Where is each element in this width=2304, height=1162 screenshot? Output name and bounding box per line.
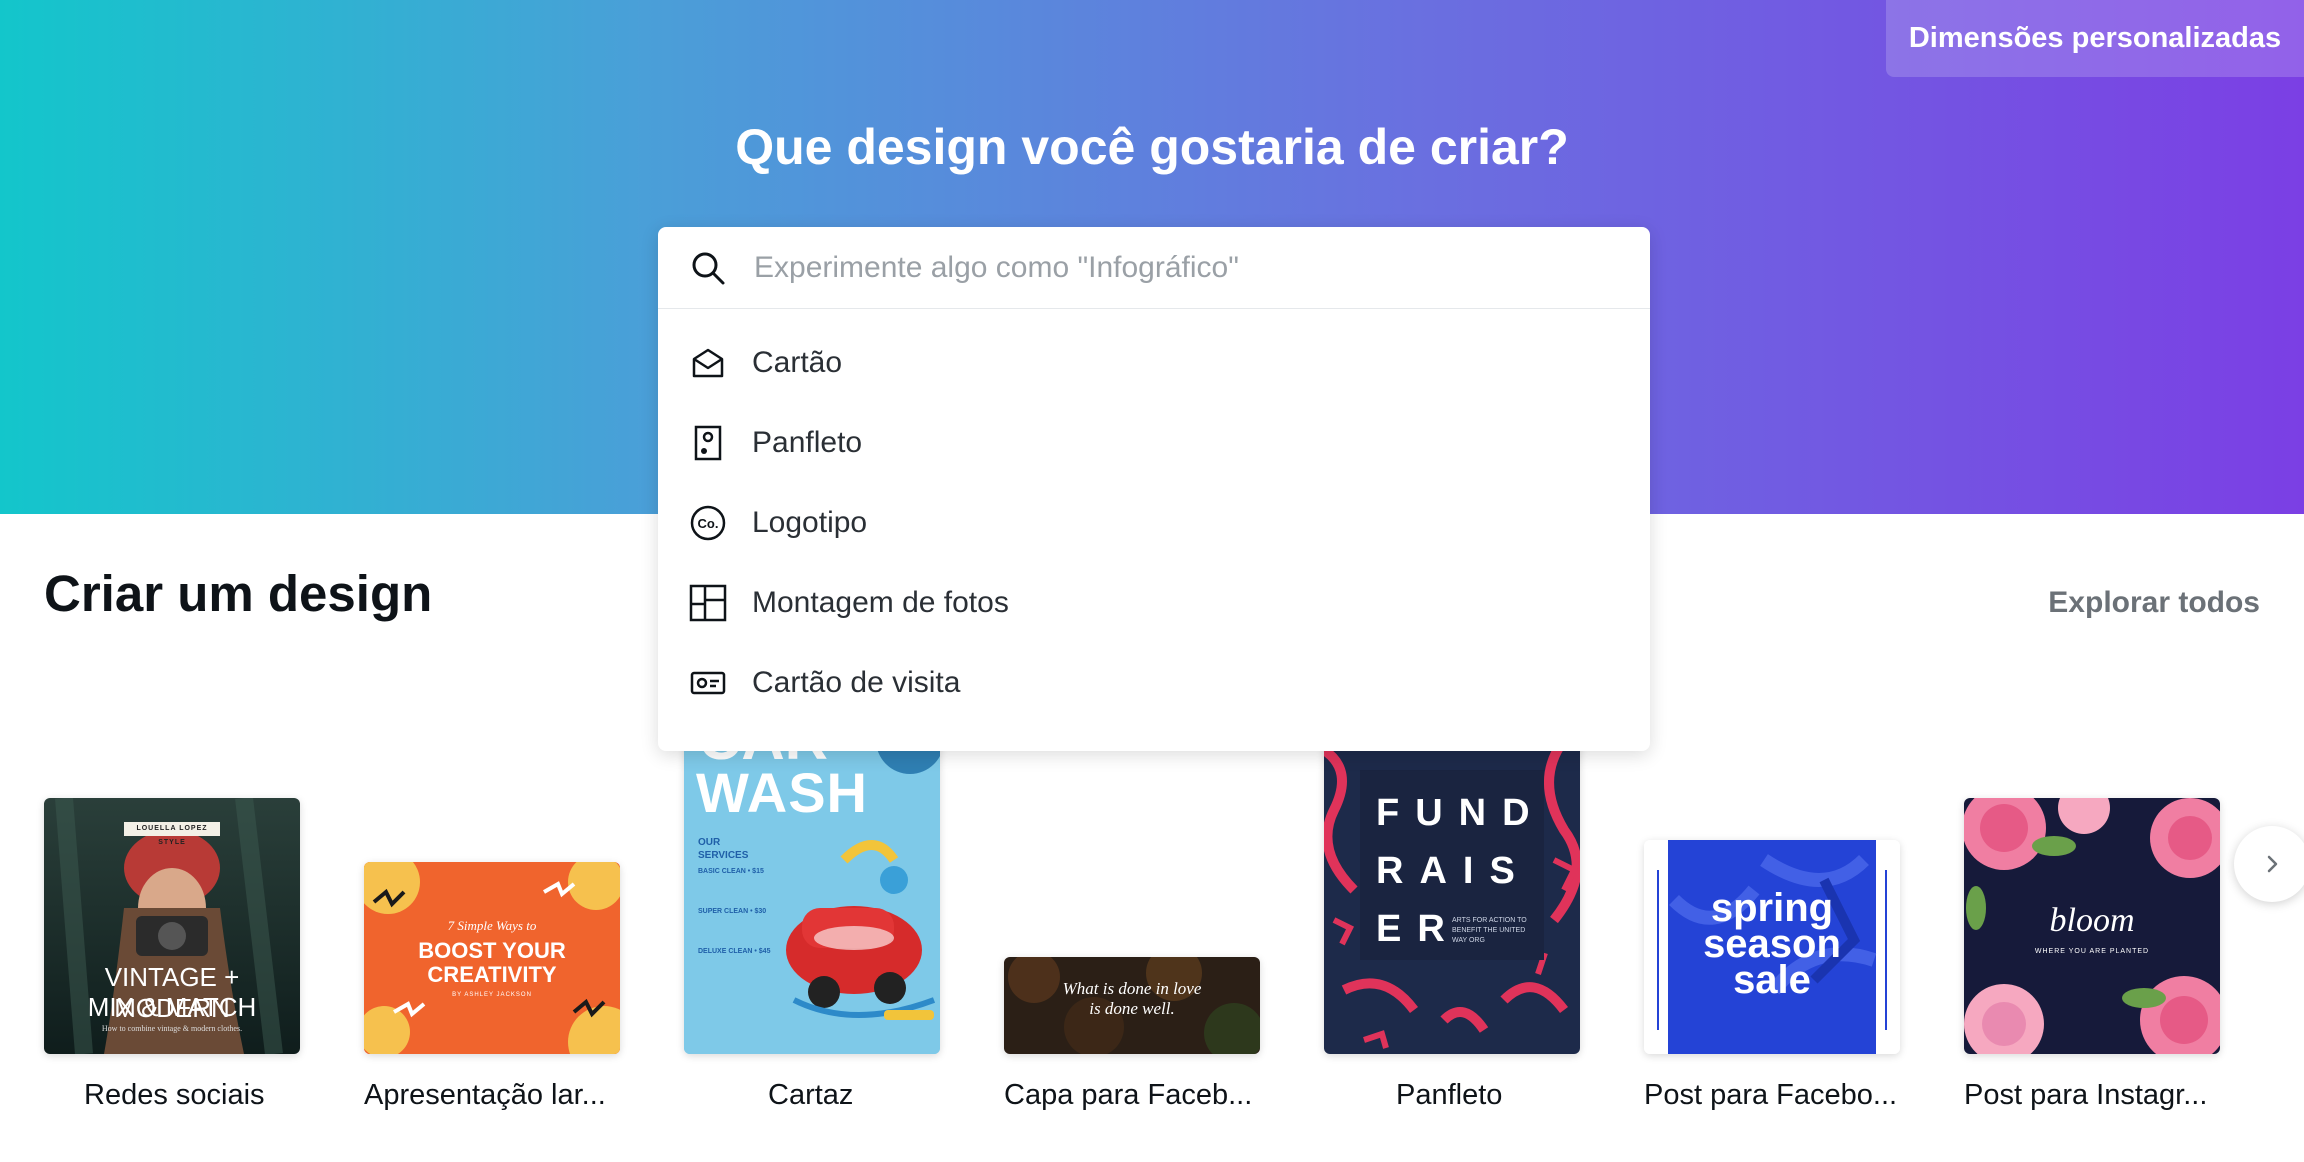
thumb-text-small: 7 Simple Ways to (447, 918, 537, 933)
design-thumbnail: spring season sale (1644, 840, 1900, 1054)
suggestion-label: Cartão (752, 346, 843, 379)
explore-all-link[interactable]: Explorar todos (2048, 586, 2260, 620)
search-suggestions: Cartão Panfleto Co. Logotipo Montagem de… (658, 309, 1650, 723)
suggestion-cartao[interactable]: Cartão (658, 323, 1650, 403)
suggestion-panfleto[interactable]: Panfleto (658, 403, 1650, 483)
thumb-text-planted: WHERE YOU ARE PLANTED (2034, 948, 2150, 955)
search-icon (692, 252, 725, 284)
suggestion-cartao-visita[interactable]: Cartão de visita (658, 643, 1650, 723)
search-bar (658, 227, 1650, 309)
suggestion-label: Montagem de fotos (752, 586, 1009, 619)
thumb-text-main1: BOOST YOUR (418, 938, 566, 963)
thumb-text-deluxe: DELUXE CLEAN • $45 (698, 948, 771, 955)
suggestion-logotipo[interactable]: Co. Logotipo (658, 483, 1650, 563)
carousel-next-button[interactable] (2234, 826, 2304, 902)
thumb-text-spring: spring (1710, 886, 1834, 930)
design-thumbnail: bloom WHERE YOU ARE PLANTED (1964, 798, 2220, 1054)
suggestion-label: Panfleto (752, 426, 863, 459)
thumb-text-season: season (1703, 922, 1841, 966)
design-card-label: Cartaz (768, 1079, 854, 1111)
design-card-label: Panfleto (1396, 1079, 1503, 1111)
design-card-label: Capa para Faceb... (1004, 1079, 1253, 1111)
thumb-text-fund: FUND (1376, 792, 1546, 834)
thumb-text-line1: What is done in love (1062, 979, 1202, 998)
search-input[interactable] (752, 249, 1616, 286)
thumb-text-wash: WASH (696, 761, 868, 824)
design-thumbnail: 7 Simple Ways to BOOST YOUR CREATIVITY B… (364, 862, 620, 1054)
photo-collage-icon (688, 583, 728, 623)
suggestion-label: Logotipo (752, 506, 868, 539)
thumb-text-super: SUPER CLEAN • $30 (698, 908, 767, 915)
design-card-label: Redes sociais (84, 1079, 265, 1111)
thumb-text-main2: MIX & MATCH (87, 992, 257, 1022)
card-envelope-icon (688, 343, 728, 383)
thumb-text-basic: BASIC CLEAN • $15 (698, 868, 764, 875)
design-thumbnail: CAR WASH OUR SERVICES BASIC CLEAN • $15 … (684, 740, 940, 1054)
design-card-label: Apresentação lar... (364, 1079, 606, 1111)
design-card-label: Post para Facebo... (1644, 1079, 1898, 1111)
design-thumbnail: LOUELLA LOPEZ STYLE VINTAGE + MODERN MIX… (44, 798, 300, 1054)
thumb-text-services: OUR SERVICES (698, 837, 749, 861)
thumb-text-bloom: bloom (2049, 902, 2135, 939)
search-panel: Cartão Panfleto Co. Logotipo (658, 227, 1650, 751)
business-card-icon (688, 663, 728, 703)
custom-dimensions-button[interactable]: Dimensões personalizadas (1886, 0, 2304, 77)
thumb-text-sale: sale (1733, 958, 1811, 1002)
svg-text:Co.: Co. (698, 516, 719, 531)
thumb-text-top: LOUELLA LOPEZ STYLE (136, 825, 208, 846)
section-title: Criar um design (44, 565, 433, 622)
flyer-thumb-art (1324, 740, 1580, 1054)
hero-title: Que design você gostaria de criar? (735, 119, 1569, 175)
thumb-text-er: ER (1376, 908, 1461, 950)
logo-co-icon: Co. (688, 503, 728, 543)
design-thumbnail: What is done in love is done well. (1004, 957, 1260, 1054)
design-thumbnail: FUND RAIS ER ARTS FOR ACTION TO BENEFIT … (1324, 740, 1580, 1054)
thumb-text-org: ARTS FOR ACTION TO BENEFIT THE UNITED WA… (1452, 917, 1527, 944)
thumb-text-main2: CREATIVITY (427, 962, 557, 987)
chevron-right-icon (2267, 855, 2278, 873)
thumb-text-sub: How to combine vintage & modern clothes. (101, 1024, 243, 1033)
suggestion-label: Cartão de visita (752, 666, 961, 699)
thumb-text-rais: RAIS (1376, 850, 1531, 892)
thumb-text-line2: is done well. (1089, 999, 1175, 1018)
flyer-icon (688, 423, 728, 463)
design-card-label: Post para Instagr... (1964, 1079, 2208, 1111)
suggestion-montagem[interactable]: Montagem de fotos (658, 563, 1650, 643)
thumb-text-author: BY ASHLEY JACKSON (452, 992, 532, 998)
